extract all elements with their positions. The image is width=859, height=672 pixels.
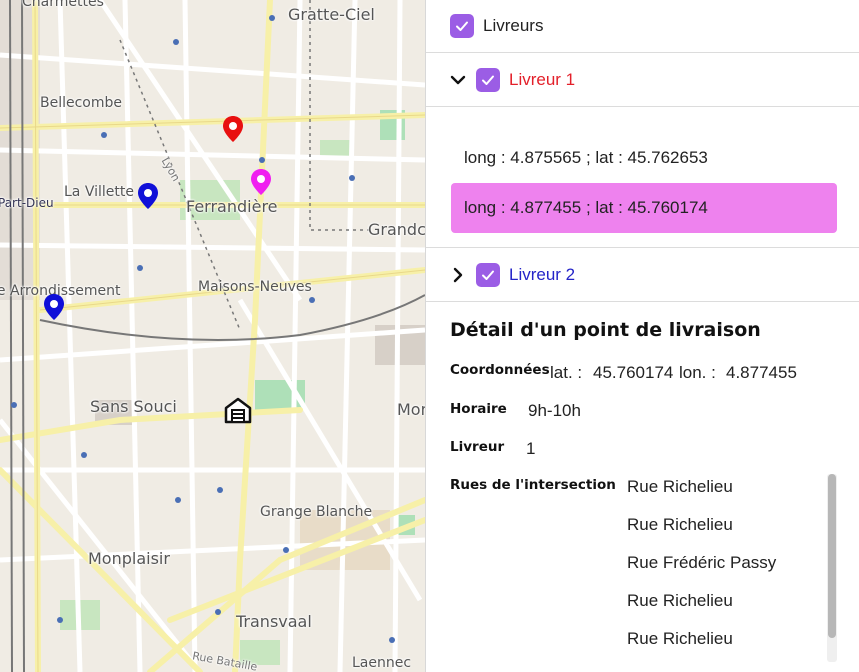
map-place-label: Bellecombe [40, 95, 123, 111]
map-place-label: Gratte-Ciel [288, 5, 375, 24]
map-place-label: Maisons-Neuves [198, 279, 312, 295]
checkmark-icon [456, 21, 468, 31]
stop-item-selected[interactable]: long : 4.877455 ; lat : 45.760174 [451, 183, 837, 233]
red-location-pin-icon[interactable] [222, 115, 244, 143]
map-place-label: Monplaisir [88, 549, 170, 568]
lon-value: 4.877455 [726, 363, 797, 382]
livreurs-checkbox[interactable] [450, 14, 474, 38]
map-place-label: Ferrandière [186, 197, 278, 216]
street-item: Rue Richelieu [627, 515, 733, 534]
street-item: Rue Richelieu [627, 477, 733, 496]
livreur-2-label: Livreur 2 [509, 264, 576, 284]
checkmark-icon [482, 270, 494, 280]
chevron-down-icon[interactable] [450, 72, 466, 88]
streets-key: Rues de l'intersection [450, 477, 616, 493]
stop-item[interactable]: long : 4.875565 ; lat : 45.762653 [451, 133, 837, 183]
livreur-2-checkbox[interactable] [476, 262, 500, 287]
tree-root-livreurs[interactable]: Livreurs [426, 0, 859, 53]
blue-location-pin-icon[interactable] [43, 293, 65, 321]
chevron-right-icon[interactable] [450, 267, 466, 283]
map-place-label: Grandclément [368, 220, 425, 239]
livreurs-label: Livreurs [483, 16, 544, 35]
app-root: Charmettes Gratte-Ciel Bellecombe La Vil… [0, 0, 859, 672]
map-place-label: Part-Dieu [0, 196, 54, 210]
magenta-location-pin-icon[interactable] [250, 168, 272, 196]
tree-item-livreur-2[interactable]: Livreur 2 [426, 248, 859, 302]
map-place-label: Sans Souci [90, 397, 177, 416]
horaire-value: 9h-10h [528, 401, 581, 420]
map-place-label: Montchat [397, 400, 425, 419]
street-item: Rue Frédéric Passy [627, 553, 777, 572]
map-place-label: Transvaal [236, 612, 312, 631]
map-place-label: Laennec [352, 655, 412, 671]
lat-value: 45.760174 [593, 363, 674, 382]
map-place-label: La Villette [64, 184, 134, 200]
street-item: Rue Richelieu [627, 629, 733, 648]
checkmark-icon [482, 75, 494, 85]
livreur-value: 1 [526, 439, 536, 458]
map-view[interactable]: Charmettes Gratte-Ciel Bellecombe La Vil… [0, 0, 425, 672]
streets-scrollbar-thumb[interactable] [828, 474, 836, 638]
livreur-key: Livreur [450, 439, 505, 455]
coords-key: Coordonnées [450, 362, 550, 378]
map-place-label: Grange Blanche [260, 504, 373, 520]
tree-item-livreur-1[interactable]: Livreur 1 [426, 53, 859, 107]
side-panel: Livreurs Livreur 1 long : 4.875565 ; lat… [425, 0, 859, 672]
livreur-1-label: Livreur 1 [509, 69, 576, 89]
warehouse-icon[interactable] [224, 396, 252, 424]
horaire-key: Horaire [450, 401, 507, 417]
lat-key: lat. : [550, 363, 583, 382]
detail-title: Détail d'un point de livraison [450, 319, 761, 341]
livreur-1-stop-list: long : 4.875565 ; lat : 45.762653 long :… [426, 107, 859, 248]
map-place-label: Charmettes [22, 0, 104, 10]
blue-location-pin-icon[interactable] [137, 182, 159, 210]
livreur-1-checkbox[interactable] [476, 67, 500, 92]
street-item: Rue Richelieu [627, 591, 733, 610]
lon-key: lon. : [679, 363, 716, 382]
